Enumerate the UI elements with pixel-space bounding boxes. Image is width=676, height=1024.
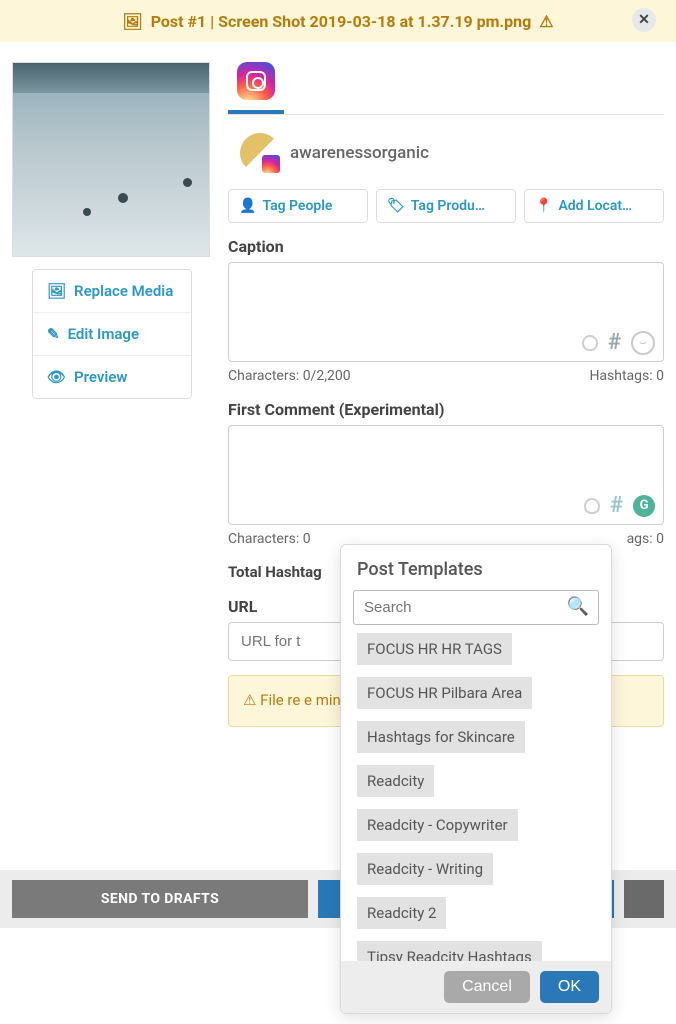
- preview-label: Preview: [74, 368, 127, 386]
- edit-image-label: Edit Image: [68, 325, 139, 343]
- header-title-wrap: 🖼 Post #1 | Screen Shot 2019-03-18 at 1.…: [122, 12, 553, 31]
- template-search-input[interactable]: [353, 590, 599, 625]
- template-item[interactable]: Hashtags for Skincare: [357, 721, 525, 753]
- bulb-icon[interactable]: [582, 335, 598, 351]
- media-side-menu: 🖼 Replace Media ✎ Edit Image 👁 Preview: [32, 269, 192, 399]
- tag-products-label: Tag Produ…: [411, 198, 485, 214]
- preview-button[interactable]: 👁 Preview: [33, 356, 191, 398]
- caption-input[interactable]: # ⌣: [228, 262, 664, 362]
- instagram-icon: [246, 71, 266, 91]
- replace-media-label: Replace Media: [74, 282, 173, 300]
- image-icon: 🖼: [47, 282, 66, 300]
- pencil-icon: ✎: [47, 325, 60, 343]
- caption-hashtag-count: Hashtags: 0: [589, 368, 664, 384]
- account-name: awarenessorganic: [290, 143, 429, 163]
- header-title: Post #1 | Screen Shot 2019-03-18 at 1.37…: [151, 12, 532, 31]
- template-item[interactable]: Tipsy Readcity Hashtags: [357, 941, 542, 961]
- template-item[interactable]: Readcity - Copywriter: [357, 809, 518, 841]
- ok-button[interactable]: OK: [540, 971, 599, 1003]
- template-list: FOCUS HR HR TAGS FOCUS HR Pilbara Area H…: [341, 631, 611, 961]
- grammarly-icon[interactable]: G: [633, 495, 655, 517]
- template-item[interactable]: Readcity - Writing: [357, 853, 493, 885]
- hashtag-icon[interactable]: #: [608, 330, 621, 355]
- warning-icon: ⚠: [539, 12, 553, 31]
- add-location-label: Add Locat…: [558, 198, 632, 214]
- template-item[interactable]: FOCUS HR HR TAGS: [357, 633, 512, 665]
- warning-icon: ⚠: [243, 691, 260, 709]
- tag-people-button[interactable]: 👤 Tag People: [228, 189, 368, 223]
- add-location-button[interactable]: 📍 Add Locat…: [524, 189, 664, 223]
- image-icon: 🖼: [122, 12, 142, 31]
- media-thumbnail[interactable]: [12, 62, 210, 257]
- platform-tabs: [228, 62, 664, 114]
- tag-people-label: Tag People: [262, 198, 332, 214]
- first-comment-char-count: Characters: 0: [228, 531, 311, 547]
- popup-title: Post Templates: [341, 545, 611, 590]
- search-icon[interactable]: 🔍: [567, 596, 589, 617]
- active-tab-indicator: [228, 110, 284, 114]
- instagram-tab[interactable]: [237, 62, 275, 100]
- edit-image-button[interactable]: ✎ Edit Image: [33, 313, 191, 356]
- first-comment-input[interactable]: # G: [228, 425, 664, 525]
- post-templates-popup: Post Templates 🔍 FOCUS HR HR TAGS FOCUS …: [340, 544, 612, 1014]
- template-item[interactable]: FOCUS HR Pilbara Area: [357, 677, 532, 709]
- header-bar: 🖼 Post #1 | Screen Shot 2019-03-18 at 1.…: [0, 0, 676, 42]
- eye-icon: 👁: [47, 368, 66, 386]
- account-avatar[interactable]: [240, 133, 280, 173]
- first-comment-label: First Comment (Experimental): [228, 400, 664, 419]
- account-row: awarenessorganic: [240, 133, 664, 173]
- template-item[interactable]: Readcity 2: [357, 897, 446, 929]
- cancel-button[interactable]: Cancel: [444, 971, 530, 1003]
- replace-media-button[interactable]: 🖼 Replace Media: [33, 270, 191, 313]
- send-to-drafts-button[interactable]: SEND TO DRAFTS: [12, 880, 308, 918]
- person-icon: 👤: [239, 198, 256, 214]
- template-item[interactable]: Readcity: [357, 765, 434, 797]
- caption-label: Caption: [228, 237, 664, 256]
- pin-icon: 📍: [535, 198, 552, 214]
- tag-products-button[interactable]: 🏷 Tag Produ…: [376, 189, 516, 223]
- first-comment-hashtag-count: ags: 0: [627, 531, 664, 547]
- caption-char-count: Characters: 0/2,200: [228, 368, 351, 384]
- tag-icon: 🏷: [387, 198, 405, 214]
- drafts-label: SEND TO DRAFTS: [101, 891, 219, 907]
- close-button[interactable]: ✕: [632, 8, 656, 32]
- hashtag-icon[interactable]: #: [610, 493, 623, 518]
- bulb-icon[interactable]: [584, 498, 600, 514]
- emoji-icon[interactable]: ⌣: [631, 331, 655, 355]
- footer-extra-button[interactable]: [624, 880, 664, 918]
